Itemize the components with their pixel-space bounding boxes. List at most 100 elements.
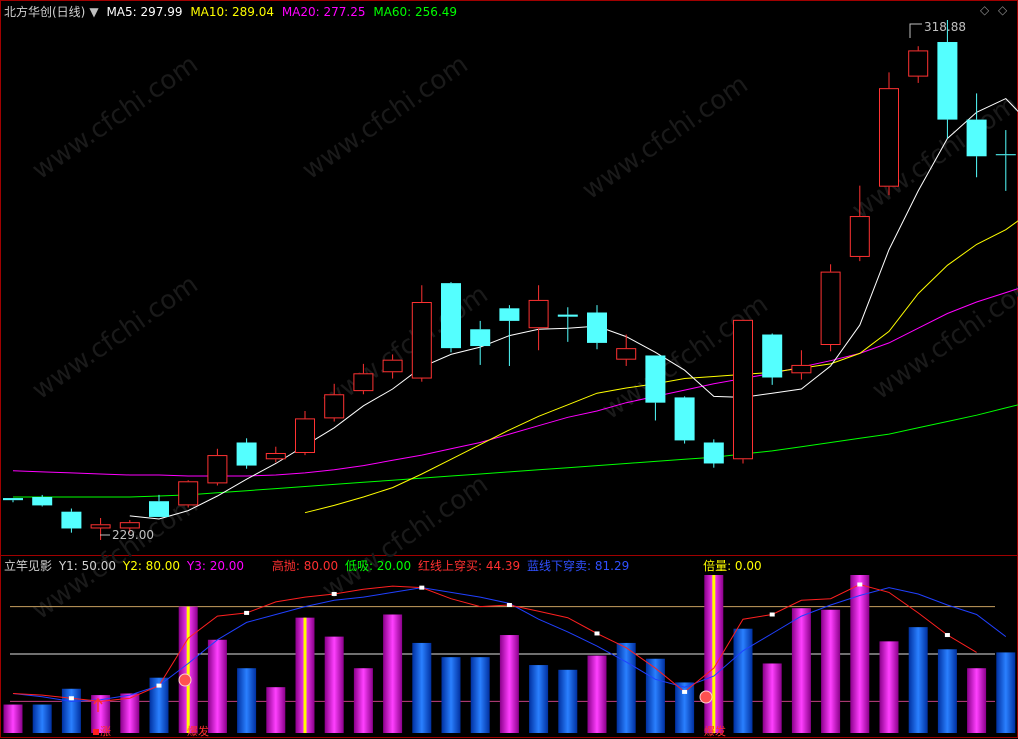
rise-square	[93, 729, 99, 735]
watermark-text: www.cfchi.com	[847, 89, 1018, 225]
double-volume-bar	[303, 617, 307, 733]
main-chart: www.cfchi.com www.cfchi.com www.cfchi.com w…	[0, 0, 1018, 738]
red-line-marker	[769, 612, 775, 617]
candle-body	[762, 334, 783, 378]
candle-body	[703, 442, 724, 464]
candle-body	[499, 308, 520, 321]
blue-cross-sell-value: 蓝线下穿卖: 81.29	[527, 559, 630, 573]
high-pointer	[909, 23, 922, 38]
header-toggle-icon[interactable]: ▼	[89, 5, 98, 19]
candle-body	[879, 88, 899, 187]
candle-body	[61, 511, 82, 529]
candle-body	[587, 312, 607, 343]
indicator-series	[3, 575, 1016, 735]
candle-body	[557, 314, 578, 317]
signal-circle	[178, 673, 192, 687]
watermark-text: www.cfchi.com	[577, 69, 754, 205]
indicator-bar	[383, 614, 403, 733]
indicator-bar	[61, 688, 81, 733]
indicator-bar	[791, 608, 811, 733]
candle-body	[733, 319, 753, 460]
candle-body	[178, 481, 199, 506]
high-price-label: 318.88	[924, 20, 966, 34]
indicator-bar	[996, 652, 1016, 733]
red-line-marker	[68, 696, 74, 701]
candle	[411, 285, 432, 382]
red-line-marker	[419, 585, 425, 590]
candle	[674, 396, 695, 444]
candle-body	[908, 50, 929, 77]
candle-body	[149, 501, 169, 517]
candle	[470, 320, 491, 365]
candle	[528, 285, 549, 351]
indicator-bar	[762, 663, 782, 733]
candle	[178, 480, 199, 508]
high-sell-value: 高抛: 80.00	[271, 559, 339, 573]
indicator-bar	[616, 642, 636, 733]
red-cross-buy-value: 红线上穿买: 44.39	[417, 559, 521, 573]
close-diamond-icon[interactable]: ◇	[998, 3, 1007, 17]
price-header: 北方华创(日线) ▼ MA5: 297.99 MA10: 289.04 MA20:…	[4, 3, 461, 20]
indicator-bar	[645, 658, 665, 733]
candle-body	[382, 359, 403, 373]
candle	[295, 411, 315, 456]
watermark-text: www.cfchi.com	[27, 269, 204, 405]
candle	[207, 448, 228, 486]
candle-body	[236, 442, 257, 466]
candle	[937, 20, 958, 139]
indicator-bar	[821, 609, 841, 733]
candle	[762, 333, 783, 385]
indicator-bar	[879, 641, 899, 733]
stock-title[interactable]: 北方华创(日线)	[4, 5, 85, 19]
burst-label-2: 爆发	[704, 725, 726, 738]
candle-body	[3, 498, 23, 501]
candle-body	[207, 455, 228, 484]
candle	[557, 307, 578, 342]
candle-body	[674, 397, 695, 441]
candle-body	[995, 154, 1016, 156]
indicator-bar	[558, 669, 578, 733]
indicator-bar	[32, 704, 52, 733]
red-line-marker	[944, 633, 950, 638]
indicator-bar	[908, 627, 928, 733]
indicator-header: 立竿见影 Y1: 50.00 Y2: 80.00 Y3: 20.00 高抛: 8…	[4, 557, 765, 574]
candle	[645, 355, 666, 421]
settings-diamond-icon[interactable]: ◇	[980, 3, 989, 17]
ma60-value: MA60: 256.49	[373, 5, 458, 19]
watermark-text: www.cfchi.com	[317, 469, 494, 605]
candle-body	[295, 418, 315, 453]
red-line-marker	[594, 631, 600, 636]
indicator-bar	[937, 649, 957, 733]
candle-body	[966, 119, 987, 157]
indicator-bar	[3, 704, 23, 733]
y2-value: Y2: 80.00	[122, 559, 181, 573]
candle-body	[90, 524, 111, 529]
indicator-bar	[499, 635, 519, 733]
low-buy-value: 低吸: 20.00	[344, 559, 412, 573]
candle-body	[616, 348, 637, 360]
candle	[149, 494, 169, 517]
watermark-layer: www.cfchi.com www.cfchi.com www.cfchi.com w…	[27, 49, 1018, 625]
candle-body	[791, 364, 812, 374]
red-line-marker	[857, 582, 863, 587]
candle-body	[265, 452, 286, 460]
candle	[499, 305, 520, 366]
candle	[61, 508, 82, 533]
indicator-bar	[266, 687, 286, 733]
red-line-marker	[244, 610, 250, 615]
indicator-bar	[587, 655, 607, 733]
indicator-name[interactable]: 立竿见影	[4, 559, 52, 573]
rise-label: 涨	[100, 725, 111, 738]
indicator-bar	[470, 657, 490, 733]
indicator-bar	[324, 636, 344, 733]
candle	[791, 350, 812, 380]
indicator-bar	[207, 639, 227, 733]
indicator-bar	[441, 657, 461, 733]
double-volume-bar	[186, 606, 190, 733]
red-line-marker	[506, 603, 512, 608]
candle	[90, 517, 111, 540]
double-volume-value: 倍量: 0.00	[703, 559, 762, 573]
candle-body	[353, 373, 374, 392]
ma10-value: MA10: 289.04	[190, 5, 274, 19]
candle	[908, 46, 929, 83]
